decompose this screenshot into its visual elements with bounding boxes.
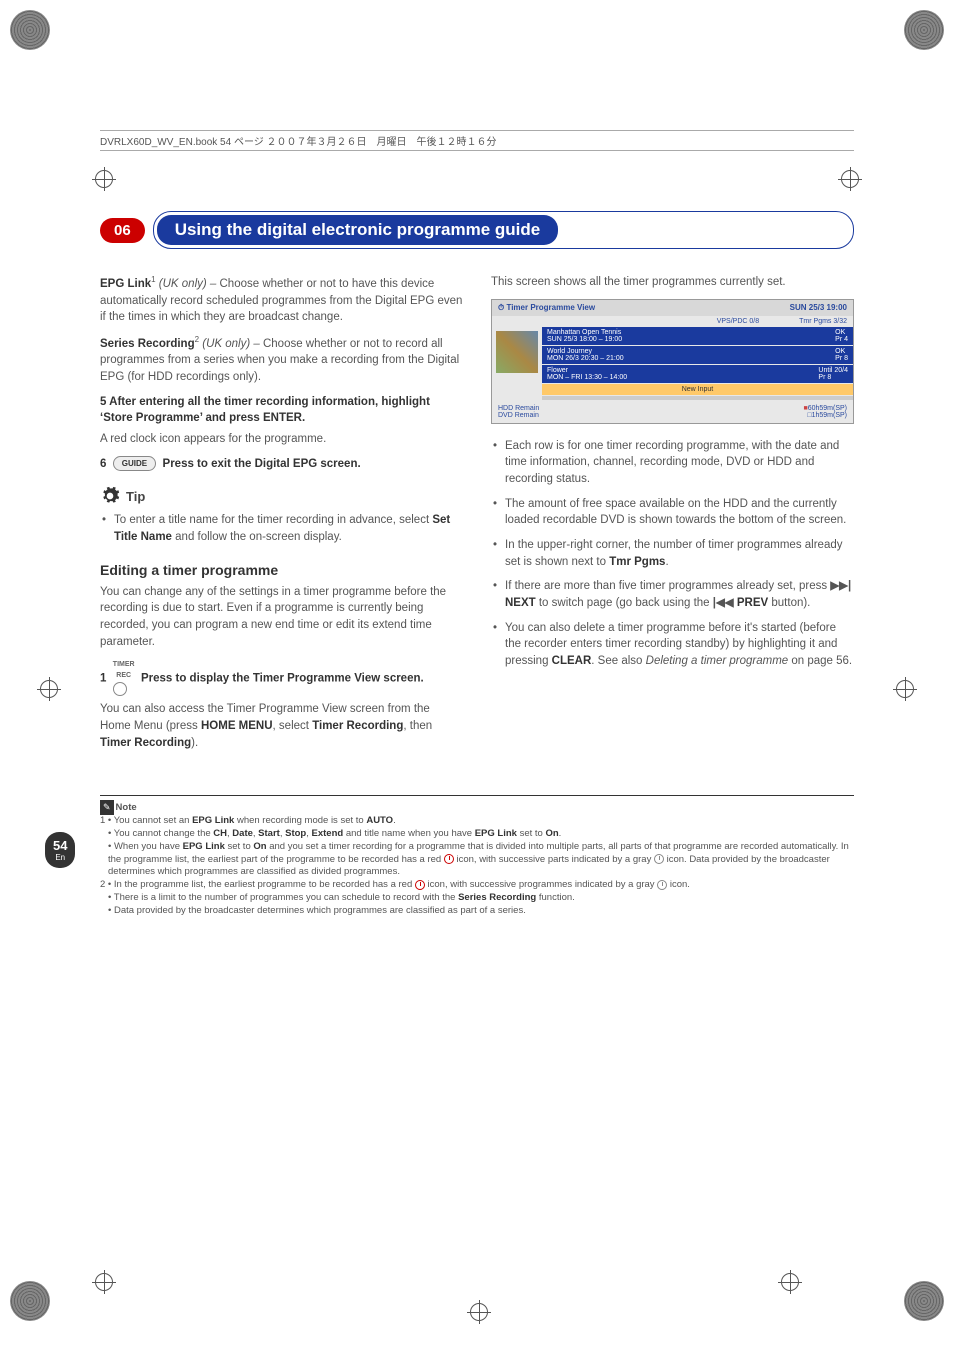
- clock-icon-red: [415, 880, 425, 890]
- step-6: 6 GUIDE Press to exit the Digital EPG sc…: [100, 456, 463, 473]
- editing-para: You can change any of the settings in a …: [100, 584, 463, 651]
- right-intro: This screen shows all the timer programm…: [491, 274, 854, 291]
- clock-icon-gray: [654, 854, 664, 864]
- book-header: DVRLX60D_WV_EN.book 54 ページ ２００７年３月２６日 月曜…: [100, 130, 854, 151]
- series-para: Series Recording2 (UK only) – Choose whe…: [100, 334, 463, 386]
- editing-heading: Editing a timer programme: [100, 562, 463, 578]
- timer-programme-view-screenshot: ⏱ Timer Programme ViewSUN 25/3 19:00 VPS…: [491, 299, 854, 424]
- bullet-1: Each row is for one timer recording prog…: [491, 438, 854, 488]
- step-5-sub: A red clock icon appears for the program…: [100, 431, 463, 448]
- step-1: 1 TIMERREC Press to display the Timer Pr…: [100, 660, 463, 697]
- reg-mark: [95, 1273, 113, 1291]
- tip-label: Tip: [126, 489, 145, 504]
- bullet-5: You can also delete a timer programme be…: [491, 620, 854, 670]
- tip-bullet: To enter a title name for the timer reco…: [100, 512, 463, 545]
- chapter-title: Using the digital electronic programme g…: [157, 215, 559, 245]
- chapter-badge: 06: [100, 218, 145, 243]
- gear-icon: [100, 486, 120, 506]
- page-number: 54En: [45, 832, 75, 868]
- step-5: 5 After entering all the timer recording…: [100, 394, 463, 427]
- bullet-2: The amount of free space available on th…: [491, 496, 854, 529]
- guide-button-icon: GUIDE: [113, 456, 156, 472]
- bullet-4: If there are more than five timer progra…: [491, 578, 854, 611]
- tv-thumbnail: [496, 331, 538, 373]
- bullet-3: In the upper-right corner, the number of…: [491, 537, 854, 570]
- reg-mark: [781, 1273, 799, 1291]
- clock-icon-red: [444, 854, 454, 864]
- reg-mark: [470, 1303, 488, 1321]
- timer-rec-button-icon: [113, 682, 127, 696]
- note-section: ✎Note 1 • You cannot set an EPG Link whe…: [100, 795, 854, 917]
- epg-link-para: EPG Link1 (UK only) – Choose whether or …: [100, 274, 463, 326]
- clock-icon-gray: [657, 880, 667, 890]
- step-1-para: You can also access the Timer Programme …: [100, 701, 463, 751]
- note-icon: ✎: [100, 800, 114, 814]
